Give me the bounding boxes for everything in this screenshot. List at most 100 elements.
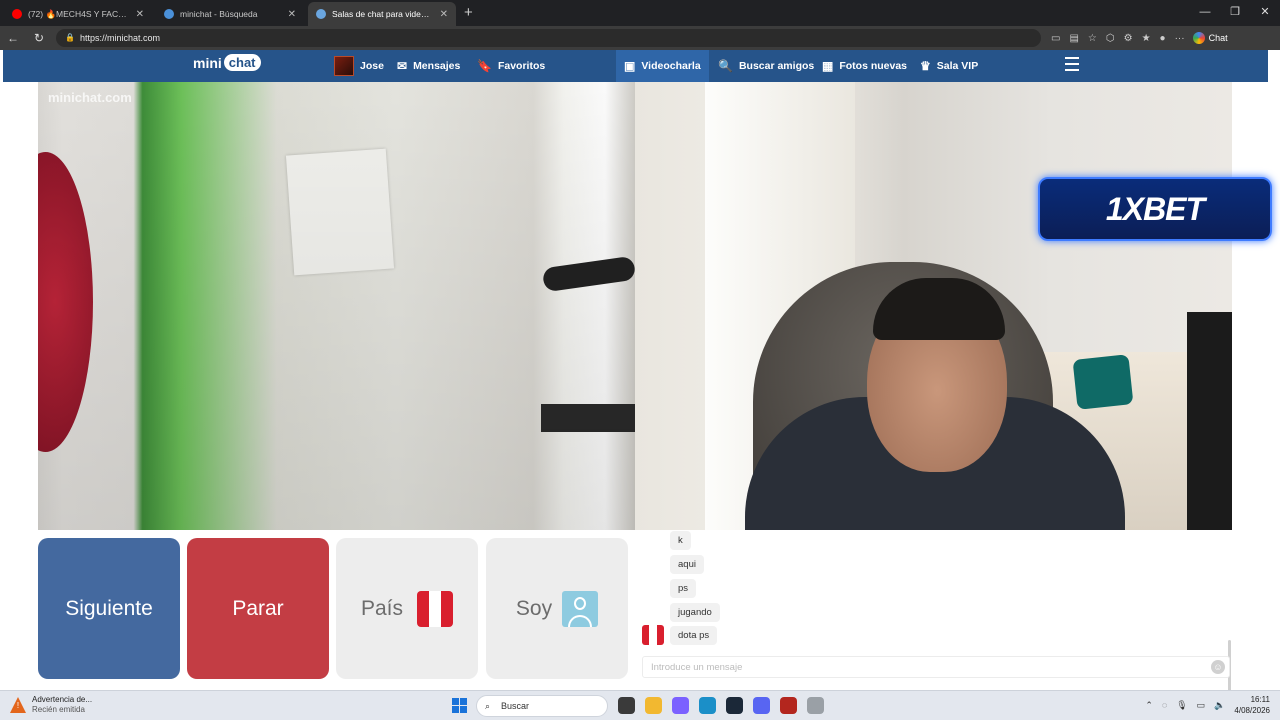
nav-find-friends[interactable]: 🔍 Buscar amigos [718,50,814,82]
discord-icon[interactable] [753,697,770,714]
nav-messages-label: Mensajes [413,60,461,72]
sponsor-banner[interactable]: 1XBET [1038,177,1272,241]
task-view-icon[interactable] [618,697,635,714]
close-tab-icon[interactable]: ✕ [136,9,144,20]
browser-tab-search[interactable]: minichat - Búsqueda ✕ [156,2,304,26]
favorite-star-icon[interactable]: ☆ [1088,33,1097,44]
self-video [635,82,1232,530]
video-watermark: minichat.com [48,90,132,105]
webpage: mini chat Jose ✉ Mensajes 🔖 Favoritos ▣ … [0,50,1280,690]
site-logo[interactable]: mini chat [193,54,261,71]
clock-time: 16:11 [1250,695,1270,704]
nav-vip-room[interactable]: ♛ Sala VIP [920,50,978,82]
chat-message-text: ps [670,578,697,598]
chevron-up-icon[interactable]: ⌃ [1145,700,1153,711]
chat-message: dota ps [670,625,718,645]
close-window-icon[interactable]: ✕ [1250,0,1280,26]
camera-icon[interactable]: ▭ [1051,33,1060,44]
browser-tab-youtube[interactable]: (72) 🔥MECH4S Y FACTOS🔥 SIDE ✕ [4,2,152,26]
extensions-icon[interactable]: ⚙ [1124,33,1133,44]
emoji-icon[interactable]: ☺ [1211,660,1225,674]
chat-message-text: k [670,530,691,550]
system-tray: ⌃ ◌ 🎙 ▭ 🔈 16:11 4/08/2026 [1145,694,1270,716]
network-icon[interactable]: ▭ [1197,700,1206,711]
notification-subtitle: Recién emitida [32,705,85,714]
volume-icon[interactable]: 🔈 [1214,700,1225,711]
windows-start-icon[interactable] [452,698,467,713]
collections-icon[interactable]: ★ [1142,33,1151,44]
nav-vip-room-label: Sala VIP [936,60,979,72]
nav-videochat[interactable]: ▣ Videocharla [616,50,709,82]
stop-button-label: Parar [232,596,284,620]
new-tab-button[interactable]: + [464,2,473,26]
nav-new-photos[interactable]: ▦ Fotos nuevas [822,50,907,82]
chat-message: aqui [670,554,704,574]
back-arrow-icon[interactable]: ← [0,31,26,45]
gender-button[interactable]: Soy [486,538,628,679]
more-icon[interactable]: ··· [1175,33,1185,44]
tab-title: Salas de chat para videocitas [332,9,434,19]
sponsor-banner-text: 1XBET [1105,190,1205,227]
stop-button[interactable]: Parar [187,538,329,679]
copilot-app-icon[interactable] [672,697,689,714]
user-avatar-icon [334,56,354,76]
tab-title: (72) 🔥MECH4S Y FACTOS🔥 SIDE [28,8,130,19]
nav-videochat-label: Videocharla [641,60,701,72]
search-icon: ⌕ [485,701,491,711]
system-clock[interactable]: 16:11 4/08/2026 [1234,694,1270,716]
video-object [1072,354,1134,410]
male-user-icon [562,590,599,627]
chat-message: ps [670,578,697,598]
taskbar-search-box[interactable]: ⌕ Buscar [476,695,608,717]
grid-icon: ▦ [822,59,834,73]
country-button[interactable]: País [336,538,478,679]
taskbar-apps [618,697,824,714]
search-icon: 🔍 [718,59,733,73]
nav-messages[interactable]: ✉ Mensajes [397,50,460,82]
chat-message-text: aqui [670,554,704,574]
hamburger-menu-icon[interactable] [1065,57,1079,75]
browser-tab-minichat[interactable]: Salas de chat para videocitas ✕ [308,2,456,26]
tab-title: minichat - Búsqueda [180,9,258,19]
notification-text: Advertencia de... Recién emitida [32,695,92,715]
app-icon[interactable] [807,697,824,714]
chat-message-input[interactable] [643,657,1203,678]
partner-video: minichat.com [38,82,635,530]
copilot-chat-button[interactable]: Chat [1192,32,1228,44]
clock-date: 4/08/2026 [1234,706,1270,715]
video-shade [38,82,635,530]
app-icon[interactable] [780,697,797,714]
window-controls: — ❐ ✕ [1190,0,1280,26]
extension-icon[interactable]: ⬡ [1106,33,1115,44]
nav-user-label: Jose [360,60,384,72]
notification-widget[interactable]: ! Advertencia de... Recién emitida [10,695,92,715]
crown-icon: ♛ [920,59,931,73]
edge-browser-icon[interactable] [699,697,716,714]
profile-icon[interactable]: ● [1160,33,1166,44]
url-field[interactable]: 🔒 https://minichat.com [56,29,1041,47]
reload-icon[interactable]: ↻ [26,31,52,45]
nav-favorites[interactable]: 🔖 Favoritos [477,50,545,82]
maximize-icon[interactable]: ❐ [1220,0,1250,26]
logo-text-left: mini [193,54,222,71]
screen: (72) 🔥MECH4S Y FACTOS🔥 SIDE ✕ minichat -… [0,0,1280,720]
minimize-icon[interactable]: — [1190,0,1220,26]
next-button-label: Siguiente [65,596,153,620]
file-explorer-icon[interactable] [645,697,662,714]
browser-tab-strip: (72) 🔥MECH4S Y FACTOS🔥 SIDE ✕ minichat -… [0,0,1280,26]
video-chat-icon: ▣ [624,59,636,73]
steam-icon[interactable] [726,697,743,714]
close-tab-icon[interactable]: ✕ [288,9,296,20]
search-icon [164,9,174,19]
chat-bubble-icon [316,9,326,19]
microphone-icon[interactable]: 🎙 [1176,700,1187,711]
chat-message: jugando [670,602,720,622]
reader-icon[interactable]: ▤ [1069,33,1078,44]
tray-app-icon[interactable]: ◌ [1162,700,1167,710]
country-button-label: País [360,596,404,620]
next-button[interactable]: Siguiente [38,538,180,679]
nav-user[interactable]: Jose [334,50,384,82]
taskbar-search-label: Buscar [501,701,530,711]
chat-message-text: jugando [670,602,720,622]
close-tab-icon[interactable]: ✕ [440,9,448,20]
